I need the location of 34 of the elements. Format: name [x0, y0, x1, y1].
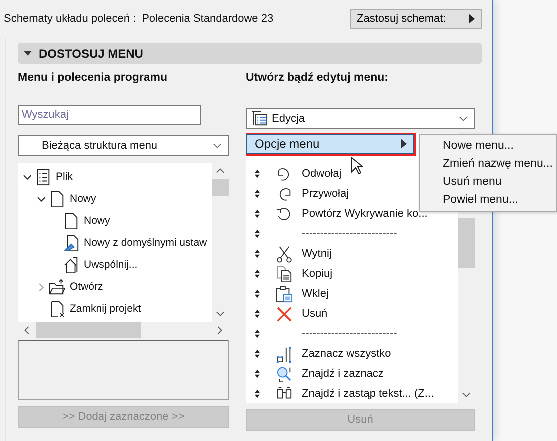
tree-item[interactable]: Zamknij projekt — [69, 303, 142, 315]
column-heading: Menu i polecenia programu — [18, 72, 169, 86]
scheme-name: Polecenia Standardowe 23 — [142, 13, 274, 25]
context-menu-item[interactable]: Nowe menu... — [420, 137, 556, 155]
tree-item[interactable]: Otwórz — [69, 281, 104, 293]
menu-command[interactable]: Usuń — [302, 308, 328, 320]
tree-item[interactable]: Plik — [55, 171, 73, 183]
menu-command[interactable]: Wytnij — [302, 248, 332, 260]
section-title: DOSTOSUJ MENU — [39, 46, 144, 60]
menu-command[interactable]: Zaznacz wszystko — [302, 348, 392, 360]
context-menu-item[interactable]: Usuń menu — [420, 173, 556, 191]
context-menu-item[interactable]: Powiel menu... — [420, 191, 556, 209]
menu-command[interactable]: Powtórz Wykrywanie ko... — [302, 208, 428, 220]
schemes-label: Schematy układu poleceń : — [4, 13, 136, 25]
menu-command[interactable]: Kopiuj — [302, 268, 333, 280]
apply-scheme-button[interactable]: Zastosuj schemat: — [350, 9, 482, 29]
menu-command[interactable]: Przywołaj — [302, 188, 350, 200]
structure-dropdown[interactable]: Bieżąca struktura menu — [18, 135, 229, 156]
tree-item[interactable]: Nowy — [83, 215, 110, 227]
context-menu-item[interactable]: Zmień nazwę menu... — [420, 155, 556, 173]
section-header[interactable]: DOSTOSUJ MENU — [18, 43, 482, 64]
tree-item[interactable]: Nowy z domyślnymi ustaw — [83, 237, 208, 249]
menu-dropdown[interactable]: Edycja — [246, 108, 475, 129]
separator-item[interactable]: -------------------------- — [302, 328, 398, 340]
menu-command[interactable]: Odwołaj — [302, 168, 342, 180]
separator-item[interactable]: -------------------------- — [302, 228, 398, 240]
menu-command[interactable]: Wklej — [302, 288, 329, 300]
tree-item[interactable]: Nowy — [69, 193, 96, 205]
submenu-item[interactable]: Opcje menu — [246, 134, 414, 154]
column-heading: Utwórz bądź edytuj menu: — [246, 72, 390, 86]
search-field[interactable]: Wyszukaj — [18, 105, 201, 125]
tree-item[interactable]: Uwspólnij... — [83, 259, 138, 271]
menu-command[interactable]: Znajdź i zastąp tekst... (Z... — [302, 388, 434, 400]
menu-command[interactable]: Znajdź i zaznacz — [302, 368, 384, 380]
